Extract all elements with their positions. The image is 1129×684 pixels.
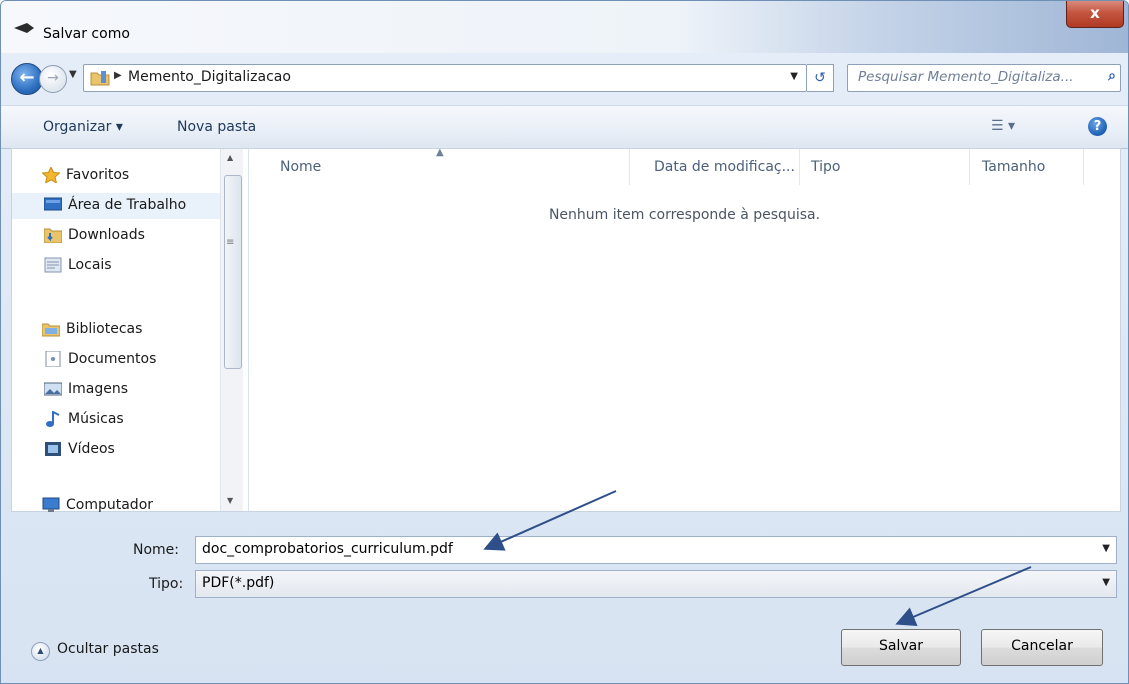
downloads-folder-icon	[44, 228, 62, 243]
breadcrumb-arrow-icon[interactable]: ▶	[114, 70, 122, 81]
file-name-dropdown-icon[interactable]: ▼	[1102, 543, 1110, 554]
scrollbar-grip-icon: ≡	[226, 237, 235, 248]
refresh-button[interactable]: ↺	[807, 64, 834, 92]
images-icon	[44, 382, 62, 396]
address-bar[interactable]: ▶ Memento_Digitalizacao ▼	[83, 64, 807, 92]
search-input[interactable]: Pesquisar Memento_Digitaliza... ⌕	[847, 64, 1121, 92]
view-options-icon[interactable]: ☰ ▾	[991, 118, 1015, 134]
nav-item-locais[interactable]: Locais	[12, 253, 222, 279]
star-icon	[42, 167, 60, 183]
videos-icon	[45, 442, 61, 456]
navigation-row: ← → ▼ ▶ Memento_Digitalizacao ▼ ↺ Pesqui…	[11, 63, 1121, 95]
column-header-tamanho[interactable]: Tamanho	[982, 159, 1045, 175]
title-bar: Salvar como x	[1, 1, 1128, 53]
file-name-label: Nome:	[133, 542, 180, 558]
file-name-value[interactable]: doc_comprobatorios_curriculum.pdf	[202, 541, 453, 557]
nav-item-imagens[interactable]: Imagens	[12, 377, 222, 403]
scroll-down-arrow-icon[interactable]: ▼	[227, 496, 233, 505]
help-icon[interactable]: ?	[1088, 117, 1107, 136]
close-button[interactable]: x	[1066, 1, 1124, 28]
hide-folders-label: Ocultar pastas	[57, 641, 159, 657]
breadcrumb-path[interactable]: Memento_Digitalizacao	[128, 69, 291, 85]
nav-item-computador[interactable]: Computador	[12, 493, 222, 519]
column-header-data[interactable]: Data de modificaç...	[654, 159, 795, 175]
column-divider	[629, 149, 630, 185]
places-icon	[44, 257, 62, 273]
libraries-icon	[42, 323, 60, 337]
address-dropdown-icon[interactable]: ▼	[790, 71, 798, 82]
column-divider	[1083, 149, 1084, 185]
save-button[interactable]: Salvar	[841, 629, 961, 666]
search-icon[interactable]: ⌕	[1108, 68, 1116, 84]
browser-content: Favoritos Área de Trabalho Downloads Loc…	[11, 147, 1121, 513]
navigation-scrollbar[interactable]: ▲ ≡ ▼	[220, 149, 243, 511]
nav-item-musicas[interactable]: Músicas	[12, 407, 222, 433]
new-folder-button[interactable]: Nova pasta	[177, 119, 256, 135]
window-title: Salvar como	[43, 26, 130, 42]
collapse-arrow-icon: ▲	[31, 642, 50, 661]
documents-icon	[45, 351, 61, 367]
column-header-nome[interactable]: Nome	[280, 159, 321, 175]
forward-button[interactable]: →	[39, 65, 67, 93]
sort-arrow-icon: ▲	[436, 147, 444, 158]
nav-item-downloads[interactable]: Downloads	[12, 223, 222, 249]
command-toolbar: Organizar ▾ Nova pasta ☰ ▾ ?	[1, 105, 1128, 149]
history-dropdown-icon[interactable]: ▼	[69, 69, 77, 80]
navigation-pane: Favoritos Área de Trabalho Downloads Loc…	[12, 149, 249, 513]
folder-icon	[90, 71, 110, 86]
file-type-value[interactable]: PDF(*.pdf)	[202, 575, 274, 591]
nav-item-bibliotecas[interactable]: Bibliotecas	[12, 317, 222, 343]
cancel-button[interactable]: Cancelar	[981, 629, 1103, 666]
nav-item-videos[interactable]: Vídeos	[12, 437, 222, 463]
save-as-icon	[14, 23, 34, 33]
scroll-up-arrow-icon[interactable]: ▲	[227, 153, 233, 162]
scrollbar-thumb[interactable]	[224, 175, 242, 369]
file-name-input[interactable]: doc_comprobatorios_curriculum.pdf ▼	[195, 536, 1117, 564]
music-icon	[46, 411, 60, 427]
nav-item-documentos[interactable]: Documentos	[12, 347, 222, 373]
file-type-dropdown-icon[interactable]: ▼	[1102, 577, 1110, 588]
nav-item-favoritos[interactable]: Favoritos	[12, 163, 222, 189]
desktop-icon	[44, 197, 62, 211]
organize-menu-button[interactable]: Organizar ▾	[43, 119, 123, 135]
column-divider	[799, 149, 800, 185]
empty-state-message: Nenhum item corresponde à pesquisa.	[548, 207, 821, 223]
computer-icon	[42, 497, 60, 512]
column-divider	[969, 149, 970, 185]
file-type-label: Tipo:	[149, 576, 184, 592]
file-list-pane: ▲ Nome Data de modificaç... Tipo Tamanho…	[249, 147, 1120, 511]
nav-item-area-de-trabalho[interactable]: Área de Trabalho	[12, 193, 222, 219]
file-type-select[interactable]: PDF(*.pdf) ▼	[195, 570, 1117, 598]
column-header-tipo[interactable]: Tipo	[811, 159, 840, 175]
save-as-dialog: Salvar como x ← → ▼ ▶ Memento_Digitaliza…	[0, 0, 1129, 684]
search-placeholder: Pesquisar Memento_Digitaliza...	[858, 69, 1074, 85]
